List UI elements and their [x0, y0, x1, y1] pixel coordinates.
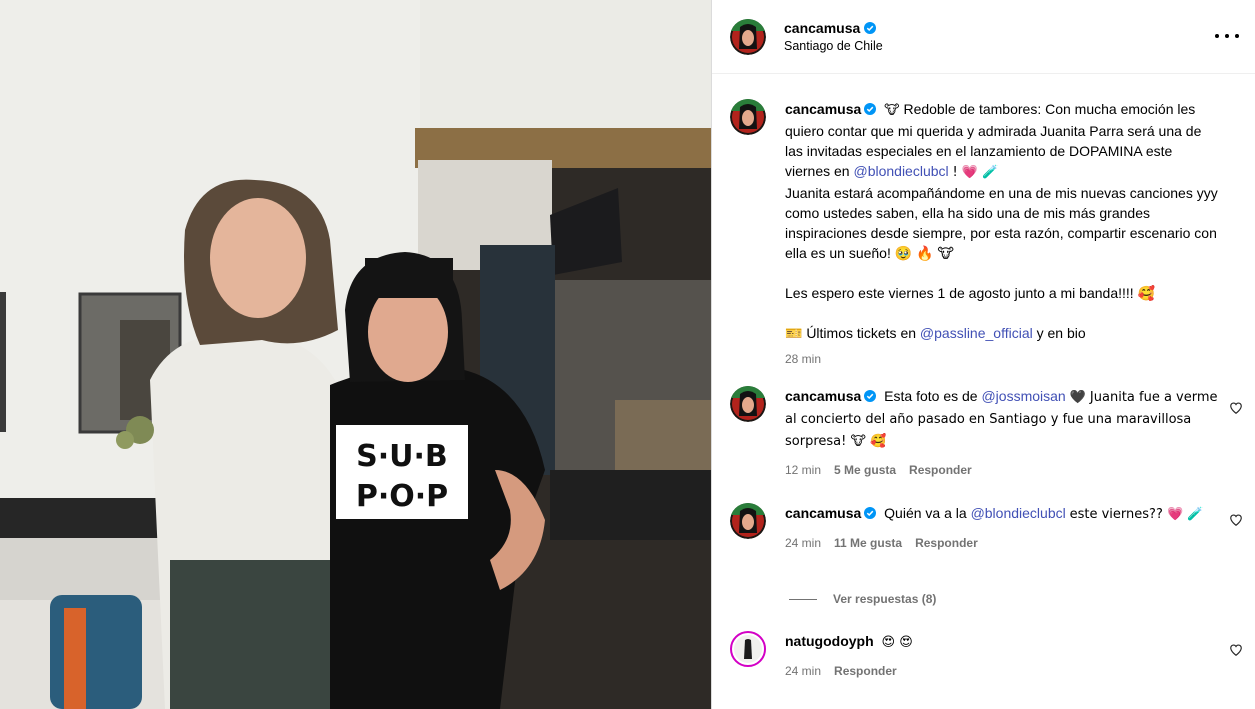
caption-text-2: Juanita estará acompañándome en una de m…: [785, 185, 1218, 261]
author-info: cancamusa Santiago de Chile: [784, 20, 883, 53]
mention-link[interactable]: @blondieclubcl: [853, 163, 948, 179]
comment-time[interactable]: 24 min: [785, 661, 821, 681]
comment-avatar[interactable]: [730, 631, 766, 667]
like-heart-icon[interactable]: [1229, 643, 1243, 657]
caption-meta: 28 min: [785, 349, 1220, 369]
comment-meta: 24 min Responder: [785, 661, 1220, 681]
post-photo[interactable]: S·U·B P·O·P: [0, 0, 711, 709]
comment-username[interactable]: cancamusa: [785, 388, 877, 404]
replies-divider: [789, 598, 817, 600]
comment-username-text[interactable]: cancamusa: [785, 505, 861, 521]
mention-link[interactable]: @passline_official: [920, 325, 1033, 341]
reply-button[interactable]: Responder: [834, 661, 897, 681]
post-header: cancamusa Santiago de Chile: [712, 0, 1255, 74]
comment-meta: 24 min 11 Me gusta Responder: [785, 533, 1220, 553]
svg-text:S·U·B: S·U·B: [356, 439, 448, 474]
author-username[interactable]: cancamusa: [784, 20, 883, 36]
post-caption: cancamusa 🐮 Redoble de tambores: Con muc…: [730, 99, 1240, 369]
verified-badge-icon: [864, 390, 877, 402]
comment: cancamusa Esta foto es de @jossmoisan 🖤 …: [730, 386, 1240, 480]
avatar-image: [730, 503, 766, 539]
caption-username[interactable]: cancamusa: [785, 101, 877, 117]
caption-emoji: 🐮: [884, 103, 900, 118]
mention-link[interactable]: @jossmoisan: [981, 388, 1065, 404]
avatar-image: [730, 18, 766, 55]
avatar-image: [730, 99, 766, 135]
view-replies-button[interactable]: Ver respuestas (8): [789, 592, 936, 606]
avatar-image: [730, 386, 766, 422]
caption-body: cancamusa 🐮 Redoble de tambores: Con muc…: [785, 99, 1220, 369]
author-avatar[interactable]: [730, 18, 766, 55]
svg-text:P·O·P: P·O·P: [356, 479, 448, 514]
comment-body: cancamusa Esta foto es de @jossmoisan 🖤 …: [785, 386, 1220, 480]
caption-time[interactable]: 28 min: [785, 349, 821, 369]
comment-time[interactable]: 24 min: [785, 533, 821, 553]
view-replies-label[interactable]: Ver respuestas (8): [833, 592, 936, 606]
more-options-icon[interactable]: [1215, 26, 1239, 46]
caption-text-4: 🎫 Últimos tickets en: [785, 325, 917, 341]
comment-text: Quién va a la: [884, 505, 967, 521]
comment-avatar[interactable]: [730, 503, 766, 539]
verified-badge-icon: [864, 507, 877, 519]
caption-text-4b: y en bio: [1036, 325, 1086, 341]
reply-button[interactable]: Responder: [909, 460, 972, 480]
caption-avatar[interactable]: [730, 99, 766, 135]
comment-text: 😍 😍: [881, 635, 913, 650]
comment-username[interactable]: natugodoyph: [785, 633, 874, 649]
post-location[interactable]: Santiago de Chile: [784, 39, 883, 53]
caption-text-1b: ! 💗 🧪: [952, 165, 999, 180]
avatar-image: [734, 635, 762, 663]
author-username-text[interactable]: cancamusa: [784, 20, 860, 36]
like-heart-icon[interactable]: [1229, 401, 1243, 415]
comment: natugodoyph 😍 😍 24 min Responder: [730, 631, 1240, 681]
caption-username-text[interactable]: cancamusa: [785, 101, 861, 117]
caption-text-3: Les espero este viernes 1 de agosto junt…: [785, 285, 1155, 301]
comment-username[interactable]: cancamusa: [785, 505, 877, 521]
comment-text: Esta foto es de: [884, 388, 978, 404]
post-details-panel: cancamusa Santiago de Chile cancamusa 🐮: [711, 0, 1255, 709]
verified-badge-icon: [864, 103, 877, 115]
like-heart-icon[interactable]: [1229, 513, 1243, 527]
comment-time[interactable]: 12 min: [785, 460, 821, 480]
comment-meta: 12 min 5 Me gusta Responder: [785, 460, 1220, 480]
mention-link[interactable]: @blondieclubcl: [971, 505, 1066, 521]
comment-text-rest: este viernes?? 💗 🧪: [1069, 507, 1204, 522]
comment-username-text[interactable]: natugodoyph: [785, 633, 874, 649]
comment-username-text[interactable]: cancamusa: [785, 388, 861, 404]
comment-body: cancamusa Quién va a la @blondieclubcl e…: [785, 503, 1220, 553]
comment: cancamusa Quién va a la @blondieclubcl e…: [730, 503, 1240, 553]
comment-likes[interactable]: 5 Me gusta: [834, 460, 896, 480]
reply-button[interactable]: Responder: [915, 533, 978, 553]
comment-likes[interactable]: 11 Me gusta: [834, 533, 902, 553]
comment-body: natugodoyph 😍 😍 24 min Responder: [785, 631, 1220, 681]
comment-avatar[interactable]: [730, 386, 766, 422]
photo-illustration: S·U·B P·O·P: [0, 0, 711, 709]
verified-badge-icon: [864, 22, 877, 34]
